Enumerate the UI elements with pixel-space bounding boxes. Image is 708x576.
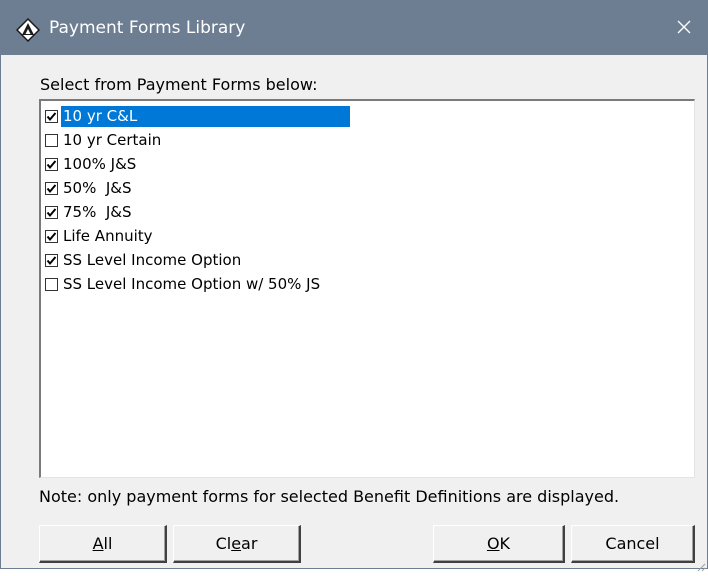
list-item-50pct-js[interactable]: 50% J&S bbox=[45, 176, 134, 200]
payment-forms-listbox[interactable]: 10 yr C&L 10 yr Certain 100% J&S 50% J&S… bbox=[39, 99, 695, 478]
note-text: Note: only payment forms for selected Be… bbox=[39, 487, 620, 506]
ok-button[interactable]: OK bbox=[433, 525, 565, 563]
window-title: Payment Forms Library bbox=[49, 18, 246, 38]
payment-forms-dialog: Payment Forms Library Select from Paymen… bbox=[0, 0, 708, 572]
button-label-post: K bbox=[499, 534, 511, 553]
checkbox[interactable] bbox=[45, 205, 58, 219]
checkbox[interactable] bbox=[45, 109, 58, 123]
list-item-10yr-cl[interactable]: 10 yr C&L bbox=[45, 104, 350, 128]
button-mnemonic: O bbox=[486, 534, 500, 553]
clear-button[interactable]: Cl e ar bbox=[173, 525, 301, 563]
checkmark-icon bbox=[46, 255, 57, 265]
list-item-label: 75% J&S bbox=[63, 202, 132, 221]
checkmark-icon bbox=[46, 159, 57, 169]
checkbox[interactable] bbox=[45, 253, 58, 267]
list-item-label: Life Annuity bbox=[63, 226, 153, 245]
button-label-post: ar bbox=[241, 534, 258, 553]
button-mnemonic: e bbox=[231, 534, 242, 553]
list-item-label: 100% J&S bbox=[63, 154, 137, 173]
list-item-100pct-js[interactable]: 100% J&S bbox=[45, 152, 138, 176]
list-item-label: 50% J&S bbox=[63, 178, 132, 197]
close-button[interactable] bbox=[661, 1, 707, 55]
button-label: Cancel bbox=[605, 534, 660, 553]
checkmark-icon bbox=[46, 231, 57, 241]
button-label-post: ll bbox=[103, 534, 113, 553]
title-bar[interactable]: Payment Forms Library bbox=[1, 1, 707, 55]
list-item-label: SS Level Income Option w/ 50% JS bbox=[63, 274, 321, 293]
checkbox[interactable] bbox=[45, 277, 58, 291]
checkbox[interactable] bbox=[45, 157, 58, 171]
list-item-label: 10 yr Certain bbox=[63, 130, 162, 149]
checkmark-icon bbox=[46, 183, 57, 193]
checkmark-icon bbox=[46, 207, 57, 217]
resize-grip-icon[interactable] bbox=[696, 557, 706, 572]
all-button[interactable]: All bbox=[39, 525, 167, 563]
cancel-button[interactable]: Cancel bbox=[571, 525, 695, 563]
checkmark-icon bbox=[46, 111, 57, 121]
checkbox[interactable] bbox=[45, 229, 58, 243]
list-item-ss-level-income[interactable]: SS Level Income Option bbox=[45, 248, 243, 272]
list-item-ss-level-income-50js[interactable]: SS Level Income Option w/ 50% JS bbox=[45, 272, 322, 296]
list-item-label: SS Level Income Option bbox=[63, 250, 242, 269]
select-prompt-label: Select from Payment Forms below: bbox=[40, 75, 318, 94]
list-item-label: 10 yr C&L bbox=[61, 105, 350, 127]
checkbox[interactable] bbox=[45, 181, 58, 195]
checkbox[interactable] bbox=[45, 133, 58, 147]
button-label-pre: Cl bbox=[215, 534, 232, 553]
app-logo-icon bbox=[15, 17, 41, 43]
close-icon bbox=[677, 19, 691, 38]
list-item-75pct-js[interactable]: 75% J&S bbox=[45, 200, 134, 224]
button-mnemonic: A bbox=[92, 534, 104, 553]
list-item-10yr-certain[interactable]: 10 yr Certain bbox=[45, 128, 163, 152]
list-item-life-annuity[interactable]: Life Annuity bbox=[45, 224, 155, 248]
